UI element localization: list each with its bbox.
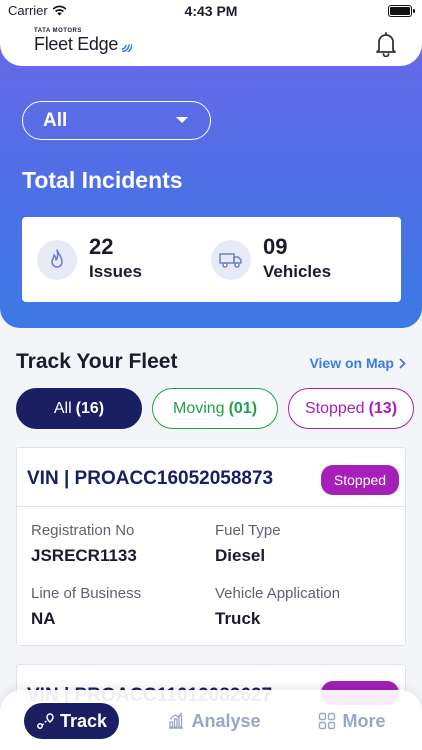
nav-more[interactable]: More bbox=[312, 703, 392, 739]
filter-chip-stopped[interactable]: Stopped (13) bbox=[288, 388, 414, 429]
chip-all-label: All bbox=[53, 399, 72, 417]
issues-stat[interactable]: 22 Issues bbox=[37, 235, 142, 285]
application-value: Truck bbox=[215, 609, 261, 628]
nav-track-label: Track bbox=[59, 710, 108, 731]
chip-stopped-label: Stopped bbox=[304, 399, 365, 417]
filter-selected-value: All bbox=[43, 109, 68, 131]
view-on-map-label: View on Map bbox=[309, 355, 394, 371]
status-time: 4:43 PM bbox=[184, 3, 238, 19]
grid-icon bbox=[319, 712, 336, 730]
view-on-map-link[interactable]: View on Map bbox=[309, 355, 406, 371]
filter-chip-all[interactable]: All (16) bbox=[16, 388, 142, 429]
chip-moving-count: (01) bbox=[228, 399, 258, 417]
logo-brand-main: Fleet Edge bbox=[34, 34, 119, 54]
nav-analyse-label: Analyse bbox=[191, 710, 261, 731]
chip-moving-label: Moving bbox=[172, 399, 225, 417]
fuel-value: Diesel bbox=[215, 546, 266, 565]
vehicles-count: 09 bbox=[263, 234, 288, 259]
route-icon bbox=[37, 713, 54, 729]
vehicles-label: Vehicles bbox=[263, 262, 332, 281]
bell-icon[interactable] bbox=[374, 31, 398, 57]
incidents-card: 22 Issues 09 Vehicles bbox=[22, 217, 401, 302]
truck-icon bbox=[211, 240, 251, 280]
fleet-filter-select[interactable]: All bbox=[22, 101, 211, 140]
caret-down-icon bbox=[176, 117, 188, 123]
vehicle-vin: VIN | PROACC16052058873 bbox=[27, 468, 274, 489]
registration-value: JSRECR1133 bbox=[31, 546, 137, 565]
lob-field: Line of Business NA bbox=[31, 585, 141, 629]
total-incidents-title: Total Incidents bbox=[22, 167, 183, 193]
application-label: Vehicle Application bbox=[215, 585, 341, 602]
chip-all-count: (16) bbox=[75, 399, 105, 417]
registration-label: Registration No bbox=[31, 522, 135, 539]
analytics-icon bbox=[169, 712, 184, 729]
card-divider bbox=[17, 506, 405, 507]
issues-label: Issues bbox=[89, 262, 142, 281]
flame-icon bbox=[37, 240, 77, 280]
vehicle-card[interactable]: VIN | PROACC16052058873 Stopped Registra… bbox=[16, 447, 406, 646]
chevron-right-icon bbox=[399, 357, 406, 369]
nav-analyse[interactable]: Analyse bbox=[164, 703, 264, 739]
status-bar: Carrier 4:43 PM bbox=[0, 0, 422, 24]
nav-track[interactable]: Track bbox=[24, 703, 119, 739]
lob-value: NA bbox=[31, 609, 56, 628]
registration-field: Registration No JSRECR1133 bbox=[31, 522, 137, 566]
status-badge: Stopped bbox=[321, 465, 399, 495]
fleet-edge-logo: TATA MOTORS Fleet Edge bbox=[34, 28, 133, 55]
fuel-field: Fuel Type Diesel bbox=[215, 522, 281, 566]
fuel-label: Fuel Type bbox=[215, 522, 281, 539]
chip-stopped-count: (13) bbox=[368, 399, 398, 417]
filter-chip-moving[interactable]: Moving (01) bbox=[152, 388, 278, 429]
battery-icon bbox=[388, 5, 415, 17]
track-fleet-title: Track Your Fleet bbox=[16, 350, 178, 373]
lob-label: Line of Business bbox=[31, 585, 142, 602]
signal-icon bbox=[121, 43, 133, 52]
issues-count: 22 bbox=[89, 234, 114, 259]
application-field: Vehicle Application Truck bbox=[215, 585, 340, 629]
vehicles-stat[interactable]: 09 Vehicles bbox=[211, 235, 331, 285]
nav-more-label: More bbox=[342, 710, 386, 731]
bottom-nav: Track Analyse More bbox=[0, 690, 422, 750]
